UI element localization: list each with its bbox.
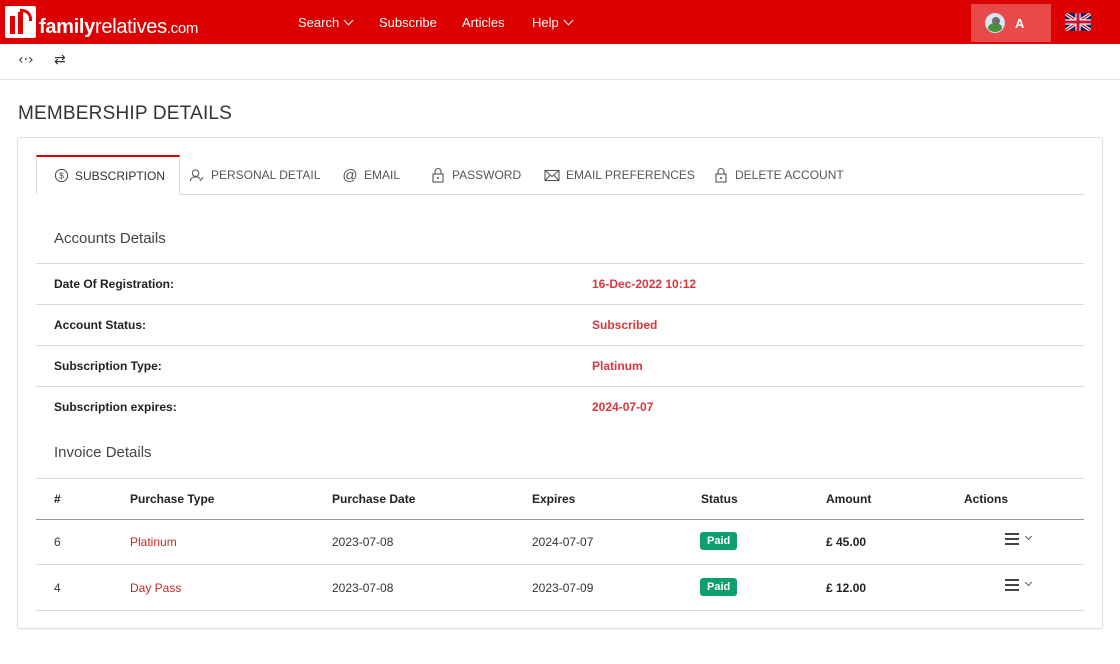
column-header: # [54, 492, 61, 506]
invoice-expires: 2024-07-07 [532, 535, 594, 549]
nav-help[interactable]: Help [532, 15, 574, 30]
tab-bar: $ SUBSCRIPTION PERSONAL DETAIL @ EMAIL P… [36, 155, 1084, 195]
invoice-purchase-date: 2023-07-08 [332, 581, 394, 595]
detail-label: Subscription expires: [54, 400, 177, 414]
tab-label: SUBSCRIPTION [75, 168, 166, 183]
detail-value: 16-Dec-2022 10:12 [592, 277, 697, 291]
table-row: 6 Platinum 2023-07-08 2024-07-07 Paid £ … [36, 519, 1084, 565]
nav-subscribe-label: Subscribe [379, 15, 437, 30]
chevron-down-icon [1024, 532, 1033, 541]
column-header: Status [701, 492, 738, 506]
nav-help-label: Help [532, 15, 559, 30]
chevron-down-icon [563, 15, 574, 26]
user-initial: A [1015, 15, 1025, 31]
invoice-id: 6 [54, 535, 61, 549]
svg-text:$: $ [59, 171, 64, 181]
tab-subscription[interactable]: $ SUBSCRIPTION [36, 155, 181, 195]
lock-icon [430, 167, 446, 183]
hamburger-icon [1005, 579, 1019, 591]
nav-articles[interactable]: Articles [462, 15, 505, 30]
hamburger-icon [1005, 533, 1019, 545]
accounts-details-title: Accounts Details [54, 230, 166, 247]
tab-label: PASSWORD [452, 168, 522, 182]
tab-label: EMAIL [364, 168, 401, 182]
tab-personal-detail[interactable]: PERSONAL DETAIL [189, 155, 320, 195]
column-header: Expires [532, 492, 576, 506]
nav-articles-label: Articles [462, 15, 505, 30]
expand-horizontal-icon[interactable]: ‹·› [18, 52, 34, 68]
row-actions-menu[interactable] [1005, 532, 1033, 545]
column-header: Purchase Type [130, 492, 215, 506]
chevron-down-icon [1024, 578, 1033, 587]
status-badge: Paid [700, 578, 738, 596]
logo-mark-icon [5, 6, 36, 38]
swap-arrows-icon[interactable]: ⇄ [54, 52, 66, 68]
status-badge: Paid [700, 532, 738, 550]
chevron-down-icon [343, 15, 354, 26]
column-header: Actions [964, 492, 1009, 506]
tab-label: EMAIL PREFERENCES [566, 168, 695, 182]
detail-value: Platinum [592, 359, 643, 373]
column-header: Amount [826, 492, 872, 506]
detail-row: Subscription expires: 2024-07-07 [36, 386, 1084, 427]
invoice-amount: £ 45.00 [826, 535, 867, 549]
lock-icon [713, 167, 729, 183]
dollar-circle-icon: $ [53, 168, 69, 184]
nav-subscribe[interactable]: Subscribe [379, 15, 437, 30]
envelope-icon [544, 167, 560, 183]
tab-password[interactable]: PASSWORD [430, 155, 521, 195]
site-logo[interactable]: familyrelatives.com [5, 5, 198, 39]
column-header: Purchase Date [332, 492, 416, 506]
toolbar: ‹·› ⇄ [0, 44, 1120, 80]
uk-flag-icon[interactable] [1065, 13, 1091, 31]
detail-label: Account Status: [54, 318, 147, 332]
detail-row: Account Status: Subscribed [36, 304, 1084, 345]
table-row: 4 Day Pass 2023-07-08 2023-07-09 Paid £ … [36, 565, 1084, 611]
nav-search-label: Search [298, 15, 340, 30]
tab-label: PERSONAL DETAIL [211, 168, 321, 182]
invoice-purchase-type[interactable]: Day Pass [130, 581, 181, 595]
invoice-purchase-date: 2023-07-08 [332, 535, 394, 549]
invoice-details-title: Invoice Details [54, 444, 152, 461]
avatar [985, 13, 1005, 33]
detail-value: 2024-07-07 [592, 400, 654, 414]
tab-email[interactable]: @ EMAIL [342, 155, 400, 195]
page-title: MEMBERSHIP DETAILS [18, 103, 233, 124]
invoice-table-header: # Purchase Type Purchase Date Expires St… [36, 478, 1084, 520]
at-icon: @ [342, 166, 358, 184]
invoice-amount: £ 12.00 [826, 581, 867, 595]
top-navbar: familyrelatives.com Search Subscribe Art… [0, 0, 1120, 44]
detail-label: Date Of Registration: [54, 277, 175, 291]
membership-card: $ SUBSCRIPTION PERSONAL DETAIL @ EMAIL P… [17, 137, 1103, 629]
detail-label: Subscription Type: [54, 359, 162, 373]
invoice-id: 4 [54, 581, 61, 595]
user-menu[interactable]: A [971, 4, 1051, 42]
user-edit-icon [189, 167, 205, 183]
invoice-expires: 2023-07-09 [532, 581, 594, 595]
tab-email-preferences[interactable]: EMAIL PREFERENCES [544, 155, 695, 195]
tab-label: DELETE ACCOUNT [735, 168, 844, 182]
row-actions-menu[interactable] [1005, 578, 1033, 591]
detail-row: Subscription Type: Platinum [36, 345, 1084, 386]
logo-text: familyrelatives.com [39, 15, 199, 38]
detail-row: Date Of Registration: 16-Dec-2022 10:12 [36, 263, 1084, 304]
detail-value: Subscribed [592, 318, 658, 332]
invoice-purchase-type[interactable]: Platinum [130, 535, 177, 549]
nav-search[interactable]: Search [298, 15, 354, 30]
tab-delete-account[interactable]: DELETE ACCOUNT [713, 155, 844, 195]
